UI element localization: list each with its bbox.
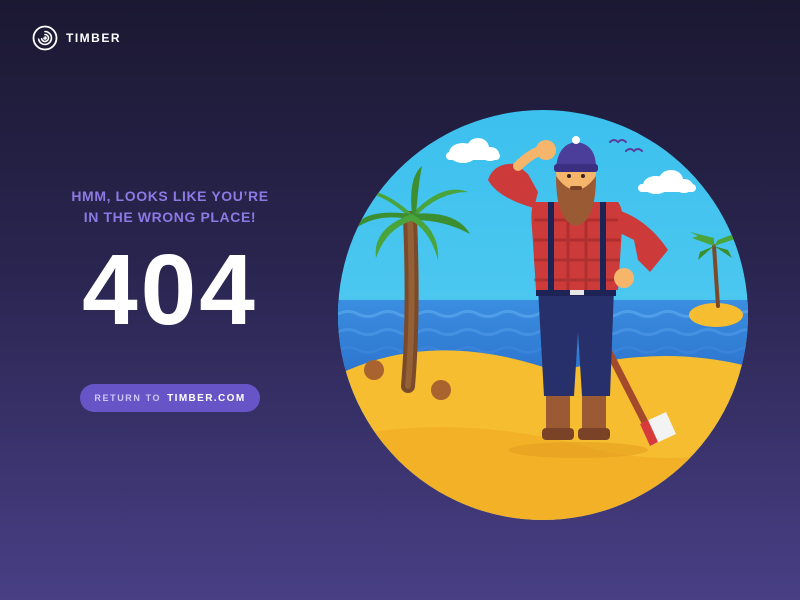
error-headline-line-1: HMM, LOOKS LIKE YOU’RE bbox=[71, 188, 269, 204]
spiral-logo-icon bbox=[32, 25, 58, 51]
brand-logo-link[interactable]: TIMBER bbox=[32, 24, 121, 52]
return-home-button[interactable]: RETURN TO TIMBER.COM bbox=[80, 384, 260, 412]
error-code: 404 bbox=[82, 234, 258, 346]
return-button-site: TIMBER.COM bbox=[167, 392, 246, 404]
error-headline-line-2: IN THE WRONG PLACE! bbox=[83, 209, 257, 225]
brand-name: TIMBER bbox=[66, 31, 121, 45]
error-headline: HMM, LOOKS LIKE YOU’RE IN THE WRONG PLAC… bbox=[71, 186, 268, 228]
island-illustration bbox=[338, 110, 748, 520]
return-button-prefix: RETURN TO bbox=[94, 393, 162, 403]
error-message-panel: HMM, LOOKS LIKE YOU’RE IN THE WRONG PLAC… bbox=[40, 186, 300, 412]
distant-island bbox=[689, 303, 743, 327]
coconut bbox=[431, 380, 451, 400]
coconut bbox=[364, 360, 384, 380]
